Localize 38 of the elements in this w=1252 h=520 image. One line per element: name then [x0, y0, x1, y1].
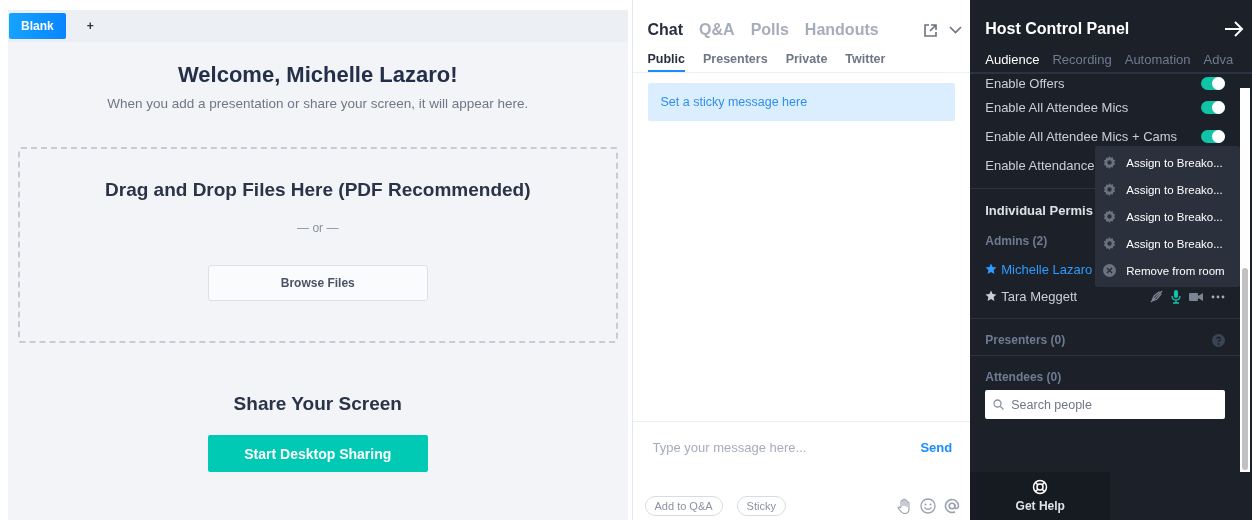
panel-tab[interactable]: Audience [985, 52, 1040, 72]
stage-tab[interactable]: + [74, 13, 106, 39]
panel-tab[interactable]: Automation [1124, 52, 1191, 72]
browse-files-button[interactable]: Browse Files [207, 265, 428, 301]
menu-item[interactable]: Assign to Breako... [1095, 149, 1241, 176]
attendees-label: Attendees (0) [985, 370, 1062, 384]
admins-label: Admins (2) [985, 234, 1048, 248]
menu-item[interactable]: Assign to Breako... [1095, 176, 1241, 203]
toggle-label: Enable Attendance [985, 158, 1095, 173]
search-people-field[interactable]: Search people [985, 390, 1225, 419]
panel-tab[interactable]: Adva [1203, 52, 1234, 72]
section-title: Individual Permis [985, 203, 1093, 218]
panel-tab[interactable]: Recording [1052, 52, 1112, 72]
stage-tab[interactable]: Blank [9, 13, 66, 39]
chat-tab[interactable]: Chat [647, 21, 684, 39]
welcome-title: Welcome, Michelle Lazaro! [177, 62, 458, 88]
admin-name[interactable]: Tara Meggett [985, 289, 1078, 304]
get-help-button[interactable]: Get Help [970, 472, 1111, 520]
admin-name[interactable]: Michelle Lazaro [985, 262, 1093, 277]
chat-subtab[interactable]: Presenters [703, 52, 768, 72]
send-button[interactable]: Send [920, 439, 953, 455]
menu-item[interactable]: Assign to Breako... [1095, 230, 1241, 257]
toggle-label: Enable All Attendee Mics + Cams [985, 129, 1178, 144]
menu-item[interactable]: Assign to Breako... [1095, 203, 1241, 230]
share-title: Share Your Screen [233, 393, 402, 415]
panel-title: Host Control Panel [985, 20, 1130, 38]
chat-subtab[interactable]: Private [785, 52, 828, 72]
welcome-text: When you add a presentation or share your screen, it will appear here. [107, 96, 529, 111]
drop-zone[interactable]: Drag and Drop Files Here (PDF Recommended) — or — Browse Files [18, 147, 618, 343]
chat-subtab[interactable]: Twitter [845, 52, 886, 72]
toggle-label: Enable Offers [985, 76, 1065, 91]
menu-item[interactable]: Remove from room [1095, 257, 1241, 284]
sticky-message-box[interactable]: Set a sticky message here [647, 83, 956, 121]
presenters-label: Presenters (0) [985, 333, 1066, 347]
drop-title: Drag and Drop Files Here (PDF Recommended) [105, 179, 531, 201]
chat-subtab[interactable]: Public [647, 52, 685, 72]
or-separator: — or — [297, 221, 339, 235]
toggle-label: Enable All Attendee Mics [985, 100, 1129, 115]
